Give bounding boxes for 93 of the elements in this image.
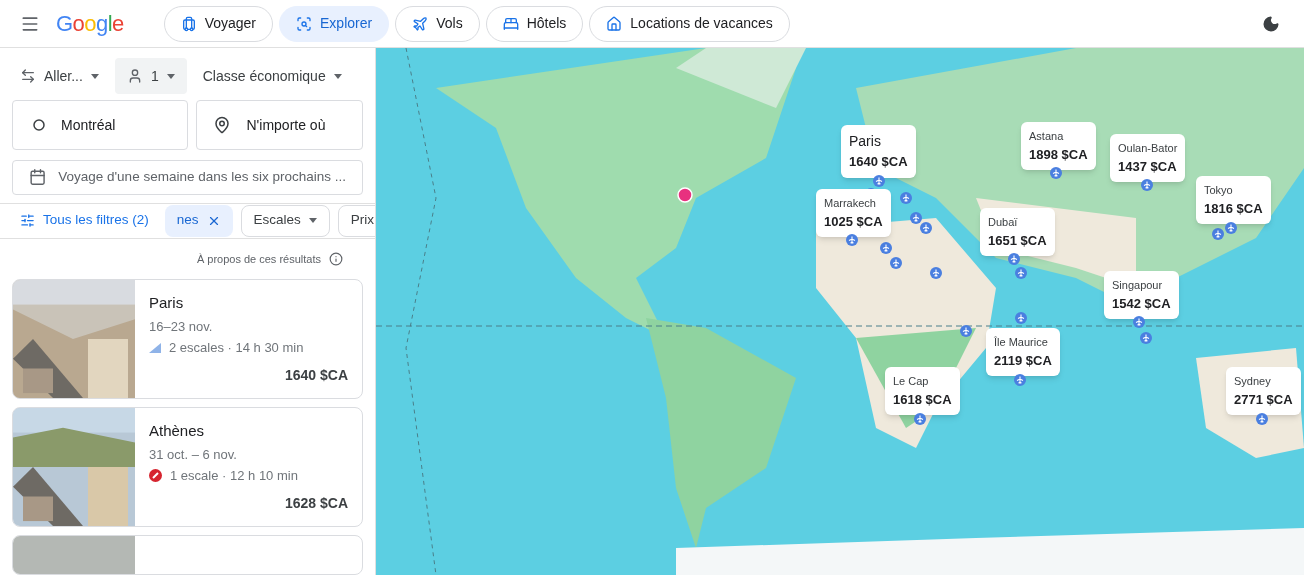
result-card[interactable]: Athènes 31 oct. – 6 nov. 1 escale · 12 h 10 min 1628 $CA	[12, 407, 363, 527]
city-name: Paris	[149, 293, 185, 313]
all-filters-button[interactable]: Tous les filtres (2)	[12, 204, 157, 237]
airport-pin-icon[interactable]	[1225, 222, 1237, 234]
origin-icon	[33, 119, 45, 131]
callout-city: Le Cap	[893, 374, 930, 389]
callout-price: 1640 $CA	[849, 153, 908, 171]
price-callout[interactable]: Astana 1898 $CA	[1021, 122, 1096, 170]
nav-icon	[606, 15, 623, 32]
nav-icon	[296, 15, 313, 32]
airport-pin-icon[interactable]	[930, 267, 942, 279]
price-callout[interactable]: Oulan-Bator 1437 $CA	[1110, 134, 1186, 182]
airport-pin-icon[interactable]	[920, 222, 932, 234]
nav-icon	[502, 15, 519, 32]
callout-city: Singapour	[1112, 278, 1164, 293]
calendar-icon	[29, 168, 47, 187]
callout-city: Tokyo	[1204, 183, 1234, 198]
callout-price: 1651 $CA	[988, 231, 1047, 250]
airport-pin-icon[interactable]	[846, 234, 858, 246]
callout-city: Sydney	[1234, 374, 1272, 389]
swap-icon	[20, 68, 36, 84]
airport-pin-icon[interactable]	[914, 413, 926, 425]
airline-logo-icon	[149, 342, 161, 353]
trip-dates: 16–23 nov.	[149, 317, 214, 336]
caret-icon	[166, 73, 175, 79]
callout-city: Île Maurice	[994, 335, 1049, 350]
price-callout[interactable]: Île Maurice 2119 $CA	[986, 328, 1060, 376]
result-card[interactable]: Paris 16–23 nov. 2 escales · 14 h 30 min 1640 $CA	[12, 279, 363, 399]
callout-price: 2771 $CA	[1234, 390, 1293, 409]
airport-pin-icon[interactable]	[1015, 267, 1027, 279]
origin-field[interactable]: Montréal	[12, 100, 188, 150]
airport-pin-icon[interactable]	[1212, 228, 1224, 240]
airport-pin-icon[interactable]	[910, 212, 922, 224]
trip-type-dropdown[interactable]: Aller...	[12, 58, 107, 94]
price-callout[interactable]: Tokyo 1816 $CA	[1196, 176, 1271, 224]
airport-pin-icon[interactable]	[873, 175, 885, 187]
callout-city: Marrakech	[824, 196, 877, 211]
dates-field[interactable]: Voyage d'une semaine dans les six prochains ...	[12, 160, 363, 195]
about-results-text: À propos de ces résultats	[196, 251, 321, 267]
airport-pin-icon[interactable]	[1014, 374, 1026, 386]
airport-pin-icon[interactable]	[880, 242, 892, 254]
callout-price: 1437 $CA	[1118, 157, 1178, 176]
airport-pin-icon[interactable]	[1141, 179, 1153, 191]
callout-price: 1898 $CA	[1029, 145, 1088, 164]
callout-city: Astana	[1029, 129, 1065, 144]
airport-pin-icon[interactable]	[960, 325, 972, 337]
airport-pin-icon[interactable]	[890, 257, 902, 269]
result-card[interactable]	[12, 535, 363, 575]
callout-price: 2119 $CA	[994, 351, 1052, 370]
dark-mode-icon[interactable]	[1262, 14, 1280, 33]
price-callout[interactable]: Le Cap 1618 $CA	[885, 367, 960, 415]
logo[interactable]: Google	[56, 7, 124, 40]
airport-pin-icon[interactable]	[1050, 167, 1062, 179]
price-callout[interactable]: Sydney 2771 $CA	[1226, 367, 1301, 415]
price-callout[interactable]: Dubaï 1651 $CA	[980, 208, 1055, 256]
trip-dates: 31 oct. – 6 nov.	[149, 445, 238, 464]
callout-price: 1542 $CA	[1112, 294, 1171, 313]
pin-icon	[212, 116, 231, 134]
airport-pin-icon[interactable]	[900, 192, 912, 204]
callout-city: Dubaï	[988, 215, 1019, 230]
caret-icon	[308, 218, 317, 224]
caret-icon	[90, 73, 99, 79]
price: 1640 $CA	[284, 366, 348, 385]
airport-pin-icon[interactable]	[1008, 253, 1020, 265]
cabin-dropdown[interactable]: Classe économique	[194, 58, 350, 94]
price: 1628 $CA	[284, 494, 348, 513]
nav-tab[interactable]: Explorer	[279, 5, 390, 42]
filter-chip[interactable]: nes	[164, 204, 233, 237]
airport-pin-icon[interactable]	[1133, 316, 1145, 328]
nav-icon	[412, 15, 429, 32]
destination-field[interactable]: N'importe où	[195, 100, 363, 150]
callout-price: 1025 $CA	[824, 212, 883, 231]
nav-icon	[180, 15, 197, 32]
airport-pin-icon[interactable]	[1256, 413, 1268, 425]
price-callout[interactable]: Paris 1640 $CA	[841, 125, 916, 178]
city-name: Athènes	[149, 421, 206, 441]
price-callout[interactable]: Singapour 1542 $CA	[1104, 271, 1179, 319]
filters-icon	[20, 213, 35, 229]
airline-logo-icon	[149, 469, 162, 483]
callout-price: 1816 $CA	[1204, 199, 1263, 218]
flight-details: 2 escales · 14 h 30 min	[169, 339, 304, 357]
airport-pin-icon[interactable]	[1140, 332, 1152, 344]
passengers-dropdown[interactable]: 1	[114, 58, 187, 94]
info-icon[interactable]	[329, 251, 343, 266]
price-callout[interactable]: Marrakech 1025 $CA	[816, 189, 891, 237]
origin-marker-icon	[677, 187, 693, 203]
callout-price: 1618 $CA	[893, 390, 952, 409]
callout-city: Oulan-Bator	[1118, 141, 1178, 156]
filter-chip[interactable]: Escales	[240, 204, 330, 237]
airport-pin-icon[interactable]	[1015, 312, 1027, 324]
callout-city: Paris	[849, 132, 882, 151]
flight-details: 1 escale · 12 h 10 min	[170, 467, 298, 485]
caret-icon	[333, 73, 342, 79]
